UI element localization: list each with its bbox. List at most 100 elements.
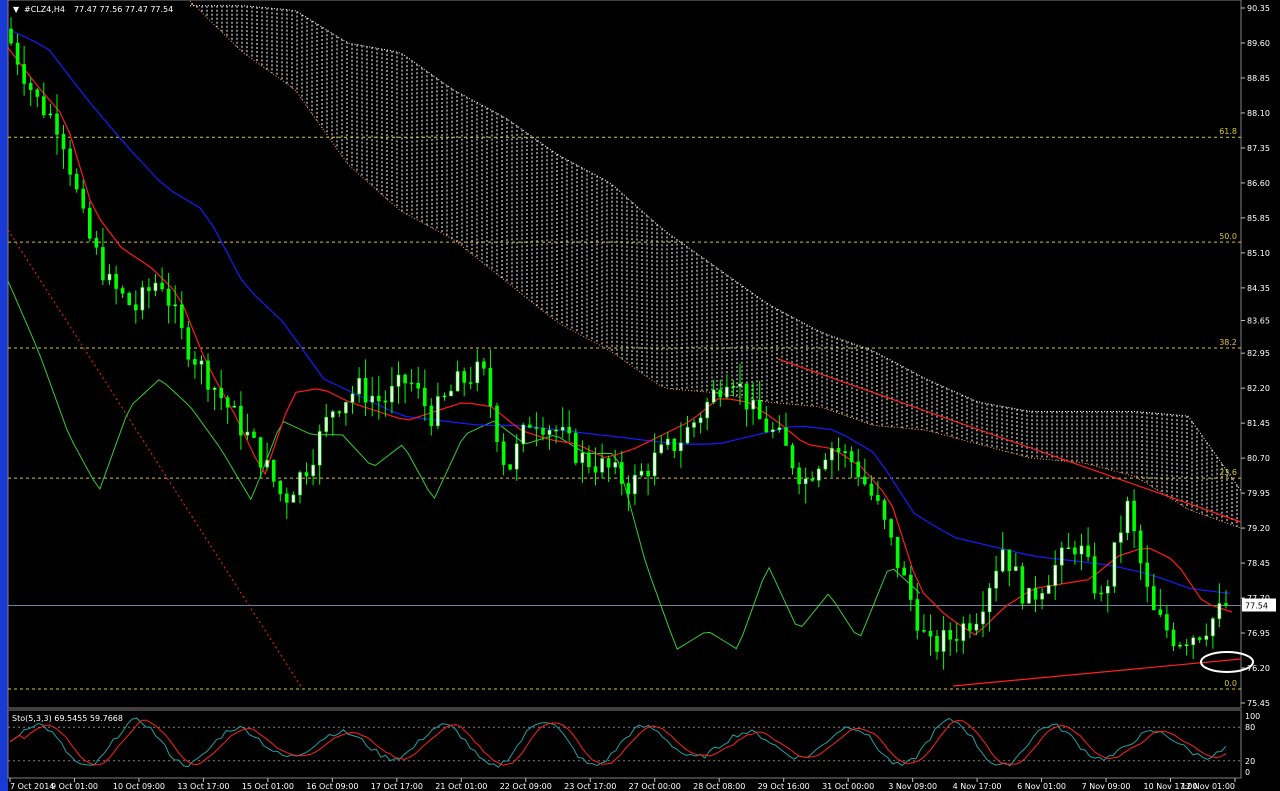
candle-body (508, 464, 512, 470)
price-tick-label: 76.95 (1247, 629, 1270, 638)
candle-body (876, 495, 880, 501)
candle-body (1132, 500, 1136, 532)
candle-body (422, 387, 427, 407)
fib-level-label: 23.6 (1219, 468, 1237, 477)
price-tick-label: 86.60 (1247, 179, 1270, 188)
candle-body (1125, 500, 1130, 534)
candle-body (186, 327, 191, 360)
candle-body (442, 395, 447, 398)
candle-body (1040, 593, 1044, 600)
candle-body (337, 411, 342, 414)
candle-body (514, 443, 519, 470)
candle-body (482, 361, 486, 369)
candle-body (284, 493, 289, 503)
candle-body (547, 429, 552, 435)
candle-body (429, 405, 434, 427)
candle-body (134, 304, 138, 311)
candle-body (147, 287, 151, 291)
candle-body (193, 359, 197, 365)
time-tick-label: 10 Oct 09:00 (113, 782, 165, 791)
candle-body (225, 397, 230, 408)
candle-body (1145, 562, 1149, 587)
candle-body (1046, 585, 1051, 594)
time-tick-label: 29 Oct 16:00 (758, 782, 810, 791)
candle-body (810, 478, 815, 481)
candle-body (68, 148, 72, 175)
candle-body (626, 483, 631, 495)
fib-level-label: 50.0 (1219, 232, 1237, 241)
time-tick-label: 6 Nov 01:00 (1017, 782, 1066, 791)
candle-body (1119, 532, 1123, 543)
candle-body (633, 474, 637, 495)
candle-body (1013, 566, 1018, 571)
price-tick-label: 88.85 (1247, 74, 1270, 83)
candle-body (239, 405, 243, 436)
candle-body (922, 630, 926, 632)
price-tick-label: 85.85 (1247, 214, 1270, 223)
candle-body (935, 635, 939, 652)
candle-body (1086, 545, 1090, 557)
candle-body (987, 587, 992, 613)
candle-body (48, 113, 53, 116)
candle-body (488, 367, 493, 407)
candle-body (324, 416, 329, 432)
price-tick-label: 85.10 (1247, 249, 1270, 258)
stochastic-level-label: 80 (1245, 723, 1255, 732)
chart-canvas[interactable]: 61.8 50.0 38.2 23.6 0.0 90.35 89.60 88.85 88.10… (0, 0, 1280, 791)
candle-body (1053, 564, 1057, 586)
candle-body (1033, 587, 1038, 600)
candle-body (764, 418, 769, 433)
candle-body (731, 386, 736, 388)
candle-body (593, 466, 598, 473)
candle-body (1106, 586, 1110, 594)
candle-body (692, 422, 696, 428)
candle-body (449, 390, 453, 397)
candle-body (1027, 587, 1031, 604)
candle-body (889, 519, 893, 538)
candle-body (685, 427, 690, 444)
candle-body (258, 437, 263, 468)
price-tick-label: 84.35 (1247, 284, 1270, 293)
candle-body (403, 374, 407, 384)
candle-body (527, 424, 532, 428)
candle-body (1060, 547, 1064, 566)
time-tick-label: 22 Oct 09:00 (500, 782, 552, 791)
time-tick-label: 16 Oct 09:00 (306, 782, 358, 791)
candle-body (291, 494, 296, 503)
candle-body (1000, 549, 1005, 572)
price-tick-label: 90.35 (1247, 4, 1270, 13)
time-tick-label: 7 Oct 2014 (10, 782, 54, 791)
candle-body (1171, 629, 1176, 646)
candle-body (153, 282, 158, 291)
candle-body (396, 374, 401, 387)
time-tick-label: 3 Nov 09:00 (888, 782, 937, 791)
candle-body (1165, 614, 1169, 631)
candle-body (357, 377, 361, 395)
header-dropdown-icon[interactable]: ▼ (13, 5, 20, 14)
candle-body (245, 431, 250, 436)
candle-body (390, 385, 394, 403)
candle-body (166, 288, 171, 306)
candle-body (836, 448, 841, 453)
candle-body (928, 630, 933, 637)
candle-body (1211, 618, 1215, 637)
candle-body (770, 429, 775, 433)
candle-body (521, 424, 526, 445)
price-tick-label: 87.35 (1247, 144, 1270, 153)
candle-body (882, 500, 887, 520)
candle-body (455, 371, 460, 392)
candle-body (1184, 644, 1189, 647)
candle-body (1099, 592, 1103, 595)
candle-body (265, 459, 269, 468)
candle-body (659, 444, 664, 454)
price-tick-label: 79.95 (1247, 489, 1270, 498)
candle-body (101, 247, 105, 281)
candle-body (646, 470, 650, 477)
candle-body (363, 377, 368, 403)
candle-body (994, 570, 998, 589)
candle-body (1007, 549, 1012, 571)
price-tick-label: 81.45 (1247, 419, 1270, 428)
candle-body (9, 28, 13, 44)
candle-body (409, 382, 414, 385)
candle-body (120, 288, 125, 294)
